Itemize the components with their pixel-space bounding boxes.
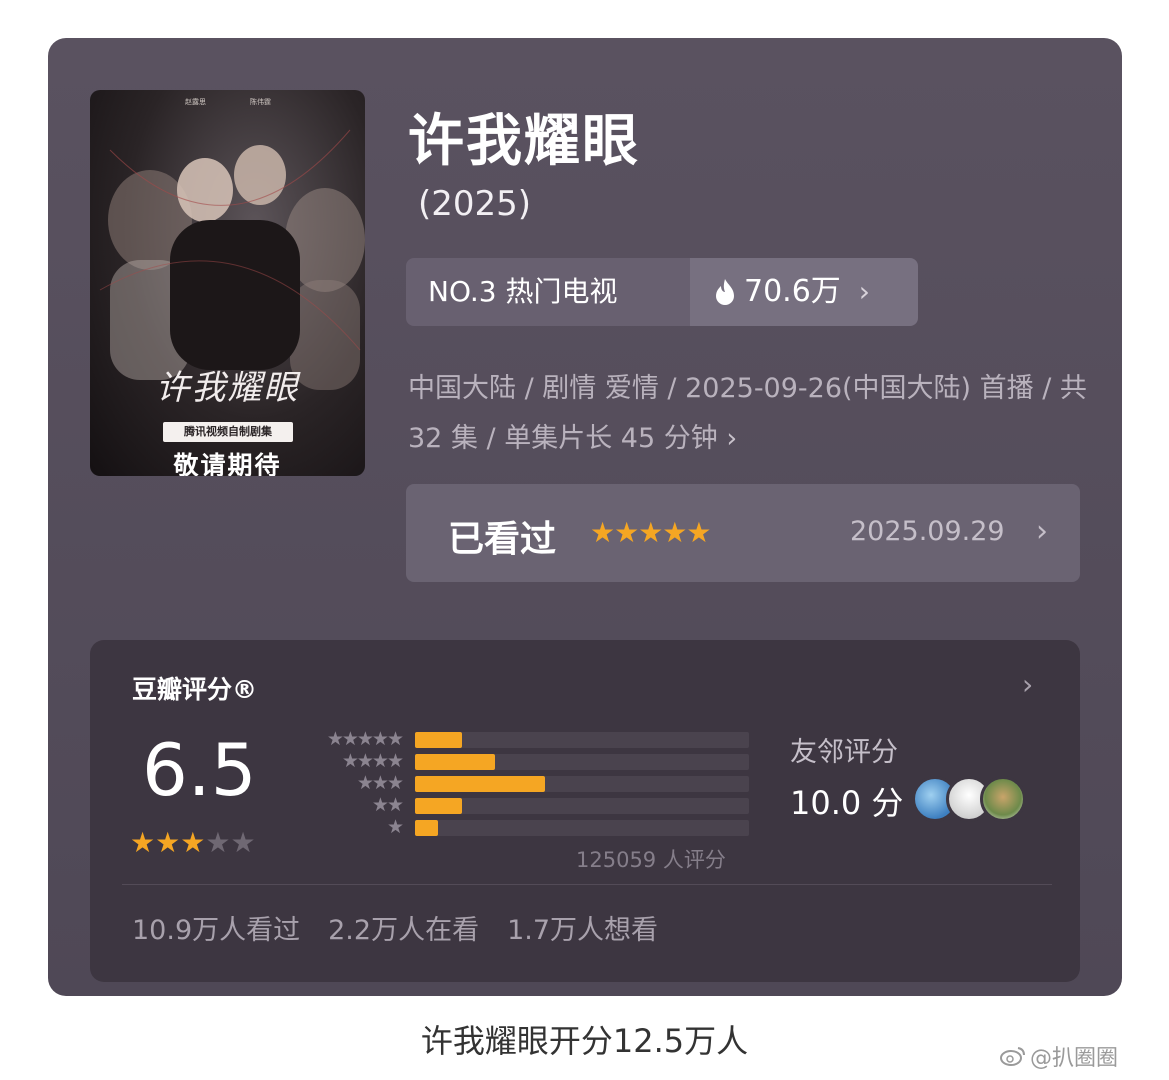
chevron-right-icon: › [1036,514,1048,549]
dist-label-2: ★★ [371,794,404,816]
svg-text:赵露思: 赵露思 [185,97,206,106]
dist-label-1: ★ [386,816,404,838]
dist-bar-track-2 [415,798,749,814]
friend-rating-score: 10.0 分 [790,784,904,822]
poster-tag: 腾讯视频自制剧集 [163,422,293,442]
meta-text: 中国大陆 / 剧情 爱情 / 2025-09-26(中国大陆) 首播 / 共 3… [408,373,1087,454]
douban-score-stars: ★★★★★ [130,826,256,859]
rank-badge[interactable]: NO.3 热门电视 70.6万 › [406,258,918,326]
rating-distribution-bars [415,732,749,842]
poster-image[interactable]: 赵露思 陈伟霆 许我耀眼 腾讯视频自制剧集 敬请期待 [90,90,365,476]
rating-distribution-labels: ★★★★★ ★★★★ ★★★ ★★ ★ [300,728,404,838]
show-meta[interactable]: 中国大陆 / 剧情 爱情 / 2025-09-26(中国大陆) 首播 / 共 3… [408,364,1088,464]
star-icon: ★ [205,826,231,859]
user-rating-stars: ★★★★★ [590,516,712,549]
dist-bar-2 [415,798,462,814]
poster-title: 许我耀眼 [155,368,300,408]
dist-label-3: ★★★ [356,772,404,794]
stat-watched: 10.9万人看过 [132,915,301,946]
dist-bar-4 [415,754,496,770]
star-icon: ★ [155,826,181,859]
star-icon: ★ [230,826,256,859]
rank-label: NO.3 热门电视 [406,258,690,326]
dist-bar-3 [415,776,546,792]
friend-rating-label: 友邻评分 [790,737,898,768]
stat-watching: 2.2万人在看 [328,915,480,946]
douban-score-value: 6.5 [142,728,257,812]
flame-icon [716,279,734,305]
watermark-text: @扒圈圈 [1030,1046,1119,1071]
raters-count: 125059 人评分 [576,848,726,872]
douban-score-card[interactable]: 豆瓣评分® › 6.5 ★★★★★ ★★★★★ ★★★★ ★★★ ★★ ★ 12… [90,640,1080,982]
chevron-right-icon: › [858,275,870,308]
dist-bar-track-1 [415,820,749,836]
poster-cta: 敬请期待 [173,451,282,476]
watched-label: 已看过 [448,519,557,560]
dist-bar-track-4 [415,754,749,770]
image-caption: 许我耀眼开分12.5万人 [420,1022,749,1060]
divider [122,884,1052,885]
dist-bar-track-3 [415,776,749,792]
show-year: (2025) [418,184,532,224]
star-icon: ★ [180,826,206,859]
dist-bar-1 [415,820,439,836]
chevron-right-icon[interactable]: › [1022,668,1033,701]
watched-status-button[interactable]: 已看过 ★★★★★ 2025.09.29 › [406,484,1080,582]
watched-date: 2025.09.29 [850,516,1005,547]
show-title: 许我耀眼 [408,109,640,174]
weibo-icon [1000,1047,1025,1066]
poster-artwork: 赵露思 陈伟霆 [99,97,365,390]
dist-label-5: ★★★★★ [326,728,404,750]
stat-want: 1.7万人想看 [507,915,659,946]
heat-button[interactable]: 70.6万 › [690,258,918,326]
friend-avatars[interactable] [912,776,1032,822]
chevron-right-icon: › [726,423,738,454]
svg-text:陈伟霆: 陈伟霆 [250,97,271,106]
dist-bar-5 [415,732,462,748]
douban-score-title: 豆瓣评分® [132,675,258,704]
watermark: @扒圈圈 [1000,1040,1118,1072]
dist-bar-track-5 [415,732,749,748]
dist-label-4: ★★★★ [341,750,404,772]
heat-value: 70.6万 [744,274,841,309]
avatar[interactable] [980,776,1026,822]
audience-stats: 10.9万人看过 2.2万人在看 1.7万人想看 [132,908,658,947]
star-icon: ★ [130,826,156,859]
